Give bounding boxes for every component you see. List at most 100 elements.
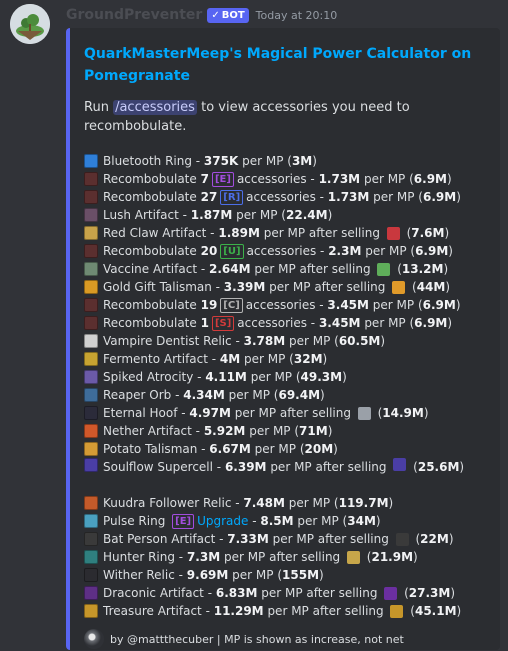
value-text: 14.9M [382,406,424,420]
list-item: Red Claw Artifact - 1.89M per MP after s… [84,224,494,242]
reaper-orb-icon [84,388,98,402]
row-text: per MP after selling [230,406,355,420]
value-text: 6.9M [422,298,456,312]
description-prefix: Run [84,100,109,115]
row-text: accessories - [236,172,319,186]
recomb-icon [84,172,98,186]
row-text: Bluetooth Ring - [103,154,204,168]
row-text: per MP ( [360,316,415,330]
row-text: Wither Relic - [103,568,187,582]
avatar[interactable] [10,4,50,44]
row-text: ) [447,172,452,186]
row-text: per MP ( [368,298,423,312]
embed-footer: by @mattthecuber | MP is shown as increa… [84,629,404,649]
rarity-badge: [U] [220,243,244,259]
row-text: Nether Artifact - [103,424,204,438]
row-text: Kuudra Follower Relic - [103,496,244,510]
list-item: Potato Talisman - 6.67M per MP (20M) [84,440,494,458]
check-icon: ✓ [211,9,220,21]
value-text: 1.73M [318,172,361,186]
list-item: Recombobulate 1 [S] accessories - 3.45M pe… [84,314,494,332]
list-item: Recombobulate 19 [C] accessories - 3.45M p… [84,296,494,314]
row-text: accessories - [246,190,328,204]
list-item: Fermento Artifact - 4M per MP (32M) [84,350,494,368]
red-claw-icon [84,226,98,240]
row-text: Recombobulate [103,244,201,258]
row-text: Gold Gift Talisman - [103,280,224,294]
row-text: per MP ( [360,172,414,186]
value-text: 119.7M [338,496,389,510]
recomb-icon [84,316,98,330]
value-text: 9.69M [186,568,229,582]
value-text: 3M [291,154,313,168]
value-text: 13.2M [401,262,444,276]
row-text: ) [413,550,418,564]
value-text: 69.4M [278,388,321,402]
list-item: Kuudra Follower Relic - 7.48M per MP (11… [84,494,494,512]
row-text: per MP ( [240,352,294,366]
row-text: - [248,514,261,528]
row-text: ) [312,154,317,168]
island-avatar-icon [10,4,50,44]
row-text: accessories - [237,316,319,330]
embed-description: Run /accessories to view accessories you… [84,98,479,136]
row-text: per MP ( [369,190,423,204]
sold-item-icon [377,262,391,276]
row-text: per MP ( [246,370,301,384]
row-text: per MP ( [293,514,348,528]
list-item: Spiked Atrocity - 4.11M per MP (49.3M) [84,368,494,386]
embed-title[interactable]: QuarkMasterMeep's Magical Power Calculat… [84,43,484,87]
row-text: ( [409,460,418,474]
row-text: per MP ( [232,208,286,222]
row-text: ( [402,226,412,240]
list-item: Treasure Artifact - 11.29M per MP after … [84,602,494,620]
row-text: ( [373,406,383,420]
username[interactable]: GroundPreventer [66,7,202,23]
row-text: Recombobulate [103,316,201,330]
value-text: 6.9M [414,316,448,330]
value-text: 20 [200,244,218,258]
row-text: per MP ( [245,424,300,438]
row-text: ) [388,496,394,510]
row-text: Hunter Ring - [103,550,187,564]
rarity-badge: [E] [172,513,195,529]
recomb-icon [84,190,98,204]
value-text: 3.78M [243,334,286,348]
value-text: 60.5M [338,334,381,348]
value-text: 2.64M [208,262,251,276]
embed: QuarkMasterMeep's Magical Power Calculat… [66,28,500,650]
list-item: Eternal Hoof - 4.97M per MP after sellin… [84,404,494,422]
recomb-icon [84,298,98,312]
value-text: 1.73M [327,190,370,204]
value-text: 6.9M [423,190,457,204]
list-item: Recombobulate 7 [E] accessories - 1.73M pe… [84,170,494,188]
value-text: 71M [299,424,328,438]
list-item: Pulse Ring [E] Upgrade - 8.5M per MP (34M… [84,512,494,530]
row-text: ) [450,586,455,600]
vampire-icon [84,334,98,348]
rarity-badge: [C] [220,297,243,313]
value-text: 7.48M [243,496,285,510]
list-item: Recombobulate 27 [R] accessories - 1.73M p… [84,188,494,206]
value-text: 34M [347,514,376,528]
bat-person-icon [84,532,98,546]
row-text: ( [400,586,409,600]
row-text: ) [447,316,453,330]
row-text: ( [393,262,402,276]
row-text: per MP after selling [257,586,382,600]
value-text: 6.9M [415,244,449,258]
row-text: per MP after selling [263,604,388,618]
list-item: Soulflow Supercell - 6.39M per MP after … [84,458,494,494]
timestamp[interactable]: Today at 20:10 [256,9,338,22]
value-text: 7.6M [411,226,445,240]
row-text: ( [408,280,417,294]
row-text: Eternal Hoof - [103,406,190,420]
value-text: 44M [416,280,446,294]
accessories-command[interactable]: /accessories [113,100,197,115]
upgrade-link[interactable]: Upgrade [197,514,248,528]
draconic-icon [84,586,98,600]
bot-badge-label: BOT [221,9,245,21]
treasure-icon [84,604,98,618]
value-text: 7.3M [186,550,221,564]
row-text: per MP ( [284,496,339,510]
